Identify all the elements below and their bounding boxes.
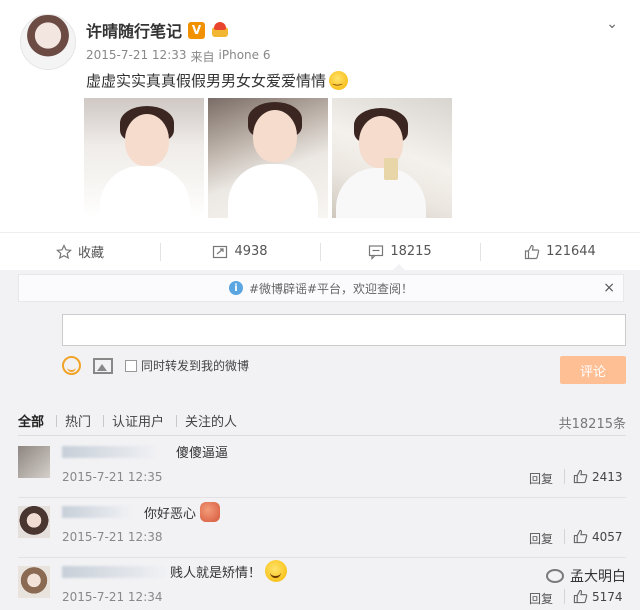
reply-button[interactable]: 回复: [529, 590, 553, 607]
post-photos: [84, 98, 452, 218]
forward-option[interactable]: 同时转发到我的微博: [125, 357, 249, 374]
action-bar: 收藏 4938 18215 121644: [0, 232, 640, 271]
comment-item: 傻傻逼逼 2015-7-21 12:35 回复 2413: [18, 438, 626, 498]
forward-label: 同时转发到我的微博: [141, 359, 250, 373]
post-photo-2[interactable]: [208, 98, 328, 218]
reply-button[interactable]: 回复: [529, 470, 553, 487]
info-icon: i: [228, 281, 243, 295]
comment-item: 贱人就是矫情！ 2015-7-21 12:34 回复 5174: [18, 558, 626, 610]
comment-text: 傻傻逼逼: [176, 442, 228, 461]
comment-total: 共18215条: [558, 417, 626, 432]
comment-tools: 同时转发到我的微博: [62, 356, 249, 375]
reply-button[interactable]: 回复: [529, 530, 553, 547]
post-photo-1[interactable]: [84, 98, 204, 218]
commenter-name-blurred[interactable]: [62, 566, 168, 578]
filter-divider: [103, 414, 105, 427]
comment-text: 你好恶心: [144, 502, 221, 522]
emoji-icon[interactable]: [62, 356, 81, 375]
comment-like-button[interactable]: 5174: [564, 589, 623, 604]
repost-button[interactable]: 4938: [160, 233, 320, 270]
comment-filter-bar: 全部 热门 认证用户 关注的人 共18215条: [18, 406, 626, 436]
photo-figure-body: [228, 164, 318, 218]
filter-tab-hot[interactable]: 热门: [65, 411, 91, 430]
watermark-text: 孟大明白: [570, 569, 626, 585]
chevron-down-icon[interactable]: ⌄: [606, 16, 618, 32]
photo-figure-head: [125, 114, 169, 166]
filter-divider: [56, 414, 58, 427]
comment-text: 贱人就是矫情！: [170, 560, 288, 582]
repost-icon: [213, 245, 228, 258]
notice-text[interactable]: #微博辟谣#平台，欢迎查阅！: [249, 280, 413, 297]
post-meta: 2015-7-21 12:33 来自 iPhone 6: [86, 48, 270, 65]
author-avatar[interactable]: [20, 14, 76, 70]
thumbs-up-icon: [573, 469, 588, 484]
comment-like-button[interactable]: 4057: [564, 529, 623, 544]
favorite-label: 收藏: [77, 246, 104, 261]
comment-like-count: 2413: [592, 469, 623, 484]
filter-tab-verified[interactable]: 认证用户: [112, 411, 164, 430]
comment-time: 2015-7-21 12:35: [62, 470, 163, 484]
author-line: 许晴随行笔记 V: [86, 18, 229, 42]
filter-tab-following[interactable]: 关注的人: [185, 411, 237, 430]
comment-input[interactable]: [62, 314, 626, 346]
comment-text-content: 贱人就是矫情！: [170, 565, 262, 581]
thumbs-up-icon: [525, 244, 540, 259]
comment-count: 18215: [390, 244, 432, 259]
comments-panel: i #微博辟谣#平台，欢迎查阅！ × 同时转发到我的微博 评论 全部 热门 认证…: [0, 270, 640, 610]
photo-phone: [384, 158, 398, 180]
comment-like-count: 5174: [592, 589, 623, 604]
comment-button[interactable]: 18215: [320, 233, 480, 271]
wechat-icon: [546, 569, 564, 583]
repost-count: 4938: [234, 244, 268, 259]
filter-divider: [176, 414, 178, 427]
post-device[interactable]: iPhone 6: [219, 48, 271, 65]
comment-icon: [369, 244, 384, 260]
comment-text-content: 你好恶心: [144, 506, 197, 522]
commenter-avatar[interactable]: [18, 506, 50, 538]
commenter-avatar[interactable]: [18, 446, 50, 478]
forward-checkbox[interactable]: [125, 359, 137, 372]
post-text: 虚虚实实真真假假男男女女爱爱情情: [86, 70, 349, 91]
commenter-avatar[interactable]: [18, 566, 50, 598]
thumbs-up-icon: [573, 589, 588, 604]
favorite-button[interactable]: 收藏: [0, 233, 160, 270]
comment-time: 2015-7-21 12:34: [62, 590, 163, 604]
photo-figure-body: [100, 166, 190, 218]
source-prefix: 来自: [190, 50, 215, 64]
photo-figure-body: [336, 168, 426, 218]
rumor-notice: i #微博辟谣#平台，欢迎查阅！ ×: [18, 274, 624, 302]
comment-text-content: 傻傻逼逼: [176, 446, 229, 461]
comment-like-button[interactable]: 2413: [564, 469, 623, 484]
commenter-name-blurred[interactable]: [62, 446, 158, 458]
like-button[interactable]: 121644: [480, 233, 640, 270]
post-timestamp[interactable]: 2015-7-21 12:33: [86, 48, 187, 65]
image-icon[interactable]: [93, 357, 113, 374]
like-count: 121644: [546, 244, 596, 259]
author-name[interactable]: 许晴随行笔记: [86, 18, 182, 42]
comment-item: 你好恶心 2015-7-21 12:38 回复 4057: [18, 498, 626, 558]
commenter-name-blurred[interactable]: [62, 506, 132, 518]
star-icon: [55, 243, 72, 259]
photo-figure-head: [253, 110, 297, 162]
grin-emoji-icon: [265, 560, 288, 582]
post-photo-3[interactable]: [332, 98, 452, 218]
comment-like-count: 4057: [592, 529, 623, 544]
wechat-watermark: 孟大明白: [546, 566, 626, 586]
filter-tab-all[interactable]: 全部: [18, 411, 44, 430]
comment-time: 2015-7-21 12:38: [62, 530, 163, 544]
thumbs-up-icon: [573, 529, 588, 544]
verified-icon[interactable]: V: [188, 21, 206, 39]
vip-crown-icon[interactable]: [211, 22, 229, 38]
fist-emoji-icon: [200, 502, 221, 522]
close-icon[interactable]: ×: [603, 280, 615, 296]
smile-emoji-icon: [329, 71, 349, 90]
post-text-content: 虚虚实实真真假假男男女女爱爱情情: [86, 72, 327, 90]
submit-comment-button[interactable]: 评论: [560, 356, 626, 384]
